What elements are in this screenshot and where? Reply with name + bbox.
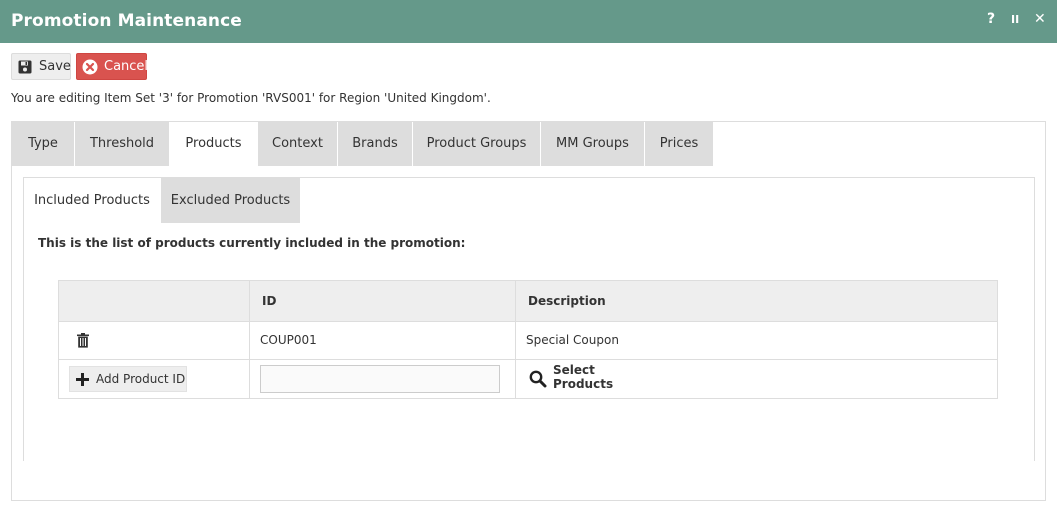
save-button[interactable]: Save (11, 53, 71, 80)
tab-type[interactable]: Type (12, 122, 75, 166)
promotion-maintenance-dialog: Promotion Maintenance ? II ✕ Save Cancel… (0, 0, 1057, 513)
title-bar: Promotion Maintenance ? II ✕ (0, 0, 1057, 43)
help-icon[interactable]: ? (987, 11, 995, 27)
subtab-excluded-products[interactable]: Excluded Products (161, 178, 300, 223)
save-label: Save (39, 59, 71, 74)
select-products-label: Select Products (553, 363, 614, 391)
column-divider (515, 281, 516, 398)
floppy-disk-icon (18, 60, 32, 74)
row-divider (59, 321, 997, 322)
column-header-description: Description (528, 294, 606, 308)
tab-mm-groups[interactable]: MM Groups (541, 122, 645, 166)
dialog-title: Promotion Maintenance (11, 11, 242, 31)
product-id-input[interactable] (260, 365, 500, 393)
table-cell-id: COUP001 (260, 333, 317, 347)
close-icon[interactable]: ✕ (1034, 11, 1046, 27)
tab-context[interactable]: Context (258, 122, 338, 166)
editing-info-text: You are editing Item Set '3' for Promoti… (11, 91, 491, 105)
add-product-id-label: Add Product ID (96, 372, 186, 386)
circle-x-icon (82, 59, 98, 75)
subtab-included-products[interactable]: Included Products (24, 178, 160, 223)
add-product-id-button[interactable]: Add Product ID (69, 366, 187, 392)
pause-icon[interactable]: II (1011, 13, 1019, 26)
plus-icon (76, 373, 89, 386)
tab-products[interactable]: Products (170, 122, 258, 166)
column-header-id: ID (262, 294, 277, 308)
select-products-button[interactable]: Select Products (529, 363, 659, 391)
search-icon (529, 370, 547, 388)
cancel-label: Cancel (104, 59, 149, 74)
cancel-button[interactable]: Cancel (76, 53, 149, 80)
products-description: This is the list of products currently i… (38, 236, 466, 250)
tab-prices[interactable]: Prices (645, 122, 714, 166)
trash-icon[interactable] (77, 333, 89, 352)
tab-brands[interactable]: Brands (338, 122, 413, 166)
table-cell-description: Special Coupon (526, 333, 619, 347)
column-divider (249, 281, 250, 398)
tab-product-groups[interactable]: Product Groups (413, 122, 541, 166)
tab-threshold[interactable]: Threshold (75, 122, 170, 166)
row-divider (59, 359, 997, 360)
